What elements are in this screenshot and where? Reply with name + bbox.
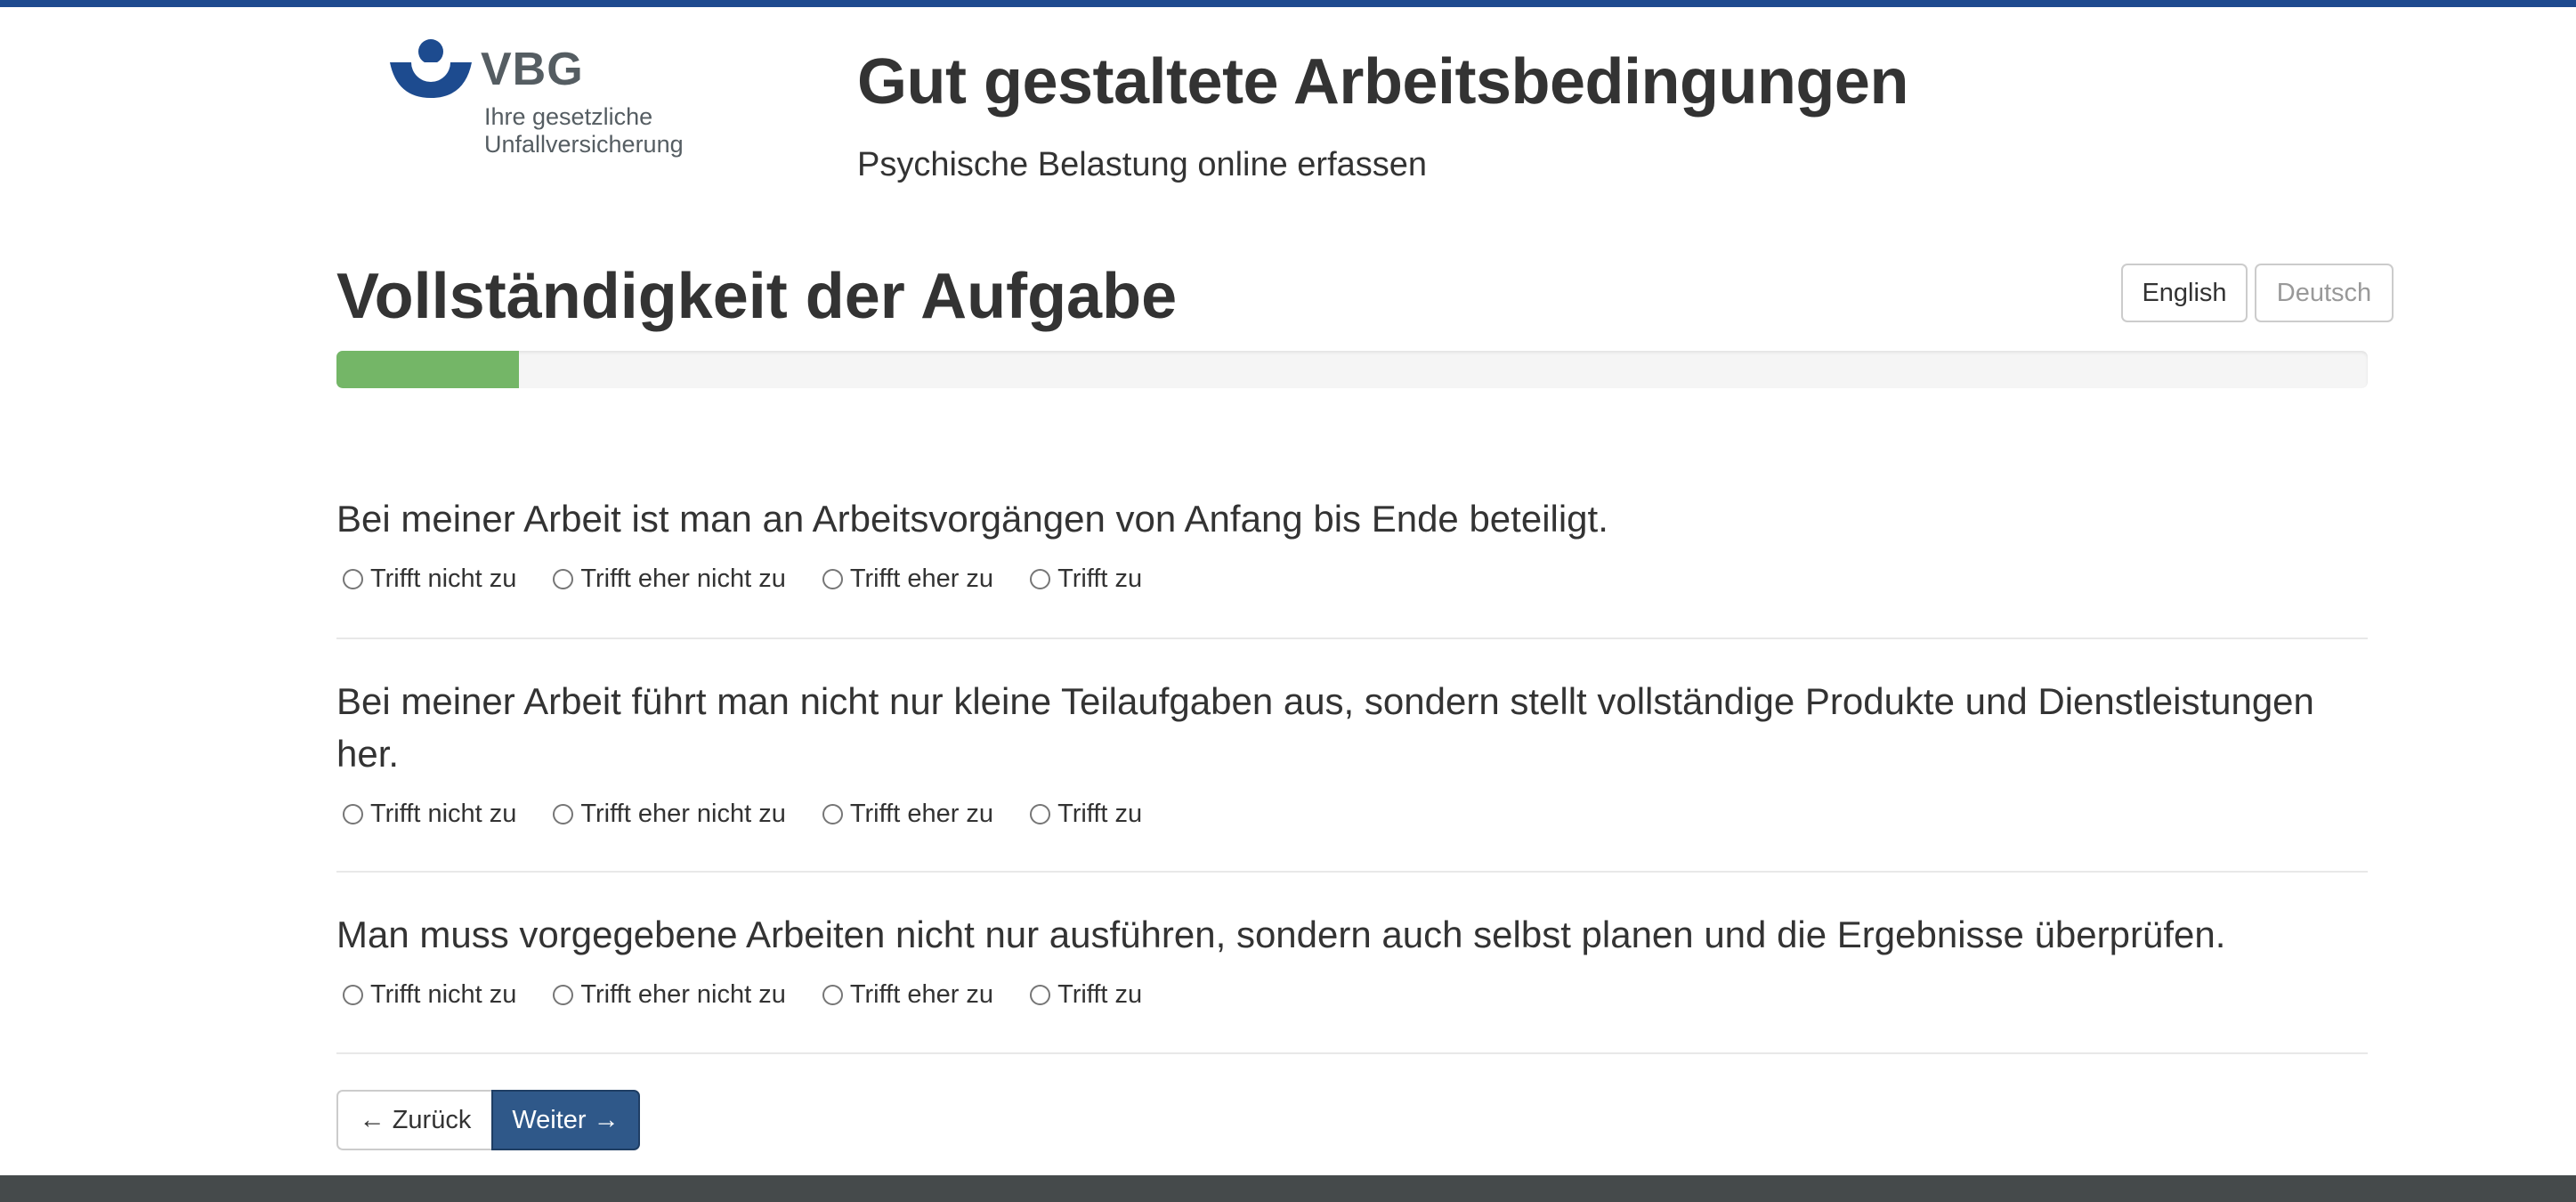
logo-tagline: Ihre gesetzliche Unfallversicherung	[484, 103, 684, 158]
option-trifft-zu[interactable]: Trifft zu	[1024, 564, 1142, 594]
radio-button[interactable]	[1030, 984, 1051, 1005]
option-label: Trifft eher zu	[849, 979, 994, 1009]
option-trifft-eher-zu[interactable]: Trifft eher zu	[816, 564, 993, 594]
question-2: Bei meiner Arbeit führt man nicht nur kl…	[336, 675, 2368, 832]
radio-button[interactable]	[553, 803, 574, 824]
vbg-logo-icon	[390, 39, 472, 98]
option-label: Trifft eher zu	[849, 799, 994, 828]
language-deutsch-button[interactable]: Deutsch	[2255, 264, 2394, 322]
footer-band	[0, 1175, 2576, 1202]
question-text: Bei meiner Arbeit führt man nicht nur kl…	[336, 680, 2314, 775]
option-label: Trifft nicht zu	[370, 564, 517, 593]
answer-options: Trifft nicht zu Trifft eher nicht zu Tri…	[336, 561, 2368, 597]
radio-button[interactable]	[553, 568, 574, 589]
option-label: Trifft eher nicht zu	[580, 799, 786, 828]
option-label: Trifft nicht zu	[370, 979, 517, 1009]
answer-options: Trifft nicht zu Trifft eher nicht zu Tri…	[336, 977, 2368, 1012]
option-trifft-nicht-zu[interactable]: Trifft nicht zu	[336, 800, 516, 829]
question-text: Bei meiner Arbeit ist man an Arbeitsvorg…	[336, 498, 1608, 540]
radio-button[interactable]	[343, 984, 363, 1005]
option-trifft-eher-nicht-zu[interactable]: Trifft eher nicht zu	[547, 564, 786, 594]
option-trifft-zu[interactable]: Trifft zu	[1024, 980, 1142, 1010]
option-label: Trifft eher nicht zu	[580, 564, 786, 593]
question-1: Bei meiner Arbeit ist man an Arbeitsvorg…	[336, 492, 2368, 597]
logo-tagline-line1: Ihre gesetzliche	[484, 103, 653, 130]
question-3: Man muss vorgegebene Arbeiten nicht nur …	[336, 908, 2368, 1012]
radio-button[interactable]	[343, 803, 363, 824]
option-trifft-zu[interactable]: Trifft zu	[1024, 800, 1142, 829]
radio-button[interactable]	[1030, 803, 1051, 824]
question-divider	[336, 871, 2368, 873]
radio-button[interactable]	[1030, 568, 1051, 589]
language-english-button[interactable]: English	[2121, 264, 2248, 322]
option-label: Trifft eher nicht zu	[580, 979, 786, 1009]
option-trifft-eher-nicht-zu[interactable]: Trifft eher nicht zu	[547, 980, 786, 1010]
radio-button[interactable]	[343, 568, 363, 589]
radio-button[interactable]	[822, 568, 843, 589]
logo-name: VBG	[481, 44, 584, 95]
question-text: Man muss vorgegebene Arbeiten nicht nur …	[336, 914, 2226, 955]
option-trifft-eher-nicht-zu[interactable]: Trifft eher nicht zu	[547, 800, 786, 829]
question-divider	[336, 638, 2368, 639]
question-divider	[336, 1052, 2368, 1054]
site-subtitle: Psychische Belastung online erfassen	[857, 146, 1428, 183]
option-label: Trifft zu	[1057, 564, 1143, 593]
next-button[interactable]: Weiter →	[491, 1090, 640, 1150]
vbg-logo[interactable]: VBG Ihre gesetzliche Unfallversicherung	[388, 39, 691, 164]
option-label: Trifft zu	[1057, 799, 1143, 828]
radio-button[interactable]	[822, 803, 843, 824]
answer-options: Trifft nicht zu Trifft eher nicht zu Tri…	[336, 796, 2368, 832]
page-title: Vollständigkeit der Aufgabe	[336, 261, 1178, 332]
option-label: Trifft zu	[1057, 979, 1143, 1009]
radio-button[interactable]	[553, 984, 574, 1005]
radio-button[interactable]	[822, 984, 843, 1005]
back-button[interactable]: ← Zurück	[336, 1090, 492, 1150]
progress-fill	[336, 351, 520, 388]
logo-tagline-line2: Unfallversicherung	[484, 131, 684, 158]
progress-bar	[336, 351, 2368, 388]
top-accent-strip	[0, 0, 2576, 7]
option-trifft-nicht-zu[interactable]: Trifft nicht zu	[336, 564, 516, 594]
option-trifft-eher-zu[interactable]: Trifft eher zu	[816, 980, 993, 1010]
option-label: Trifft eher zu	[849, 564, 994, 593]
option-trifft-nicht-zu[interactable]: Trifft nicht zu	[336, 980, 516, 1010]
option-label: Trifft nicht zu	[370, 799, 517, 828]
option-trifft-eher-zu[interactable]: Trifft eher zu	[816, 800, 993, 829]
site-title: Gut gestaltete Arbeitsbedingungen	[857, 46, 1908, 118]
